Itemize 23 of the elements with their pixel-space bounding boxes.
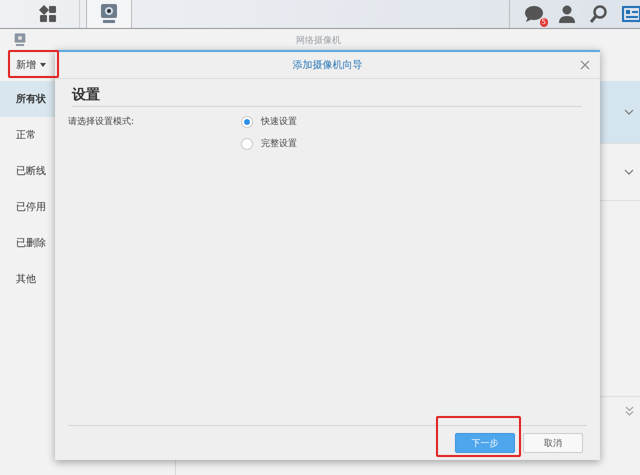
camera-icon	[100, 4, 118, 24]
camera-app-button[interactable]	[86, 0, 132, 28]
widget-icon[interactable]	[622, 6, 640, 22]
grid-icon	[38, 5, 56, 23]
dialog-title: 添加摄像机向导	[292, 58, 362, 72]
window-title: 网络摄像机	[296, 34, 341, 46]
double-chevron-icon	[625, 406, 634, 416]
section-heading: 设置	[72, 79, 582, 107]
radio-button[interactable]	[241, 116, 253, 128]
close-icon[interactable]	[580, 60, 590, 70]
user-icon[interactable]	[558, 5, 576, 23]
chevron-down-icon	[624, 169, 634, 175]
radio-button[interactable]	[241, 138, 253, 150]
field-label: 请选择设置模式:	[68, 116, 136, 129]
camera-icon	[14, 33, 26, 47]
cancel-button[interactable]: 取消	[523, 433, 583, 453]
add-dropdown-button[interactable]: 新增	[12, 56, 50, 74]
option-label[interactable]: 快速设置	[261, 115, 297, 128]
highlight-frame	[8, 50, 59, 78]
search-icon[interactable]	[590, 5, 608, 23]
chevron-down-icon	[624, 109, 634, 115]
option-label[interactable]: 完整设置	[261, 137, 297, 150]
caret-icon	[40, 63, 46, 67]
